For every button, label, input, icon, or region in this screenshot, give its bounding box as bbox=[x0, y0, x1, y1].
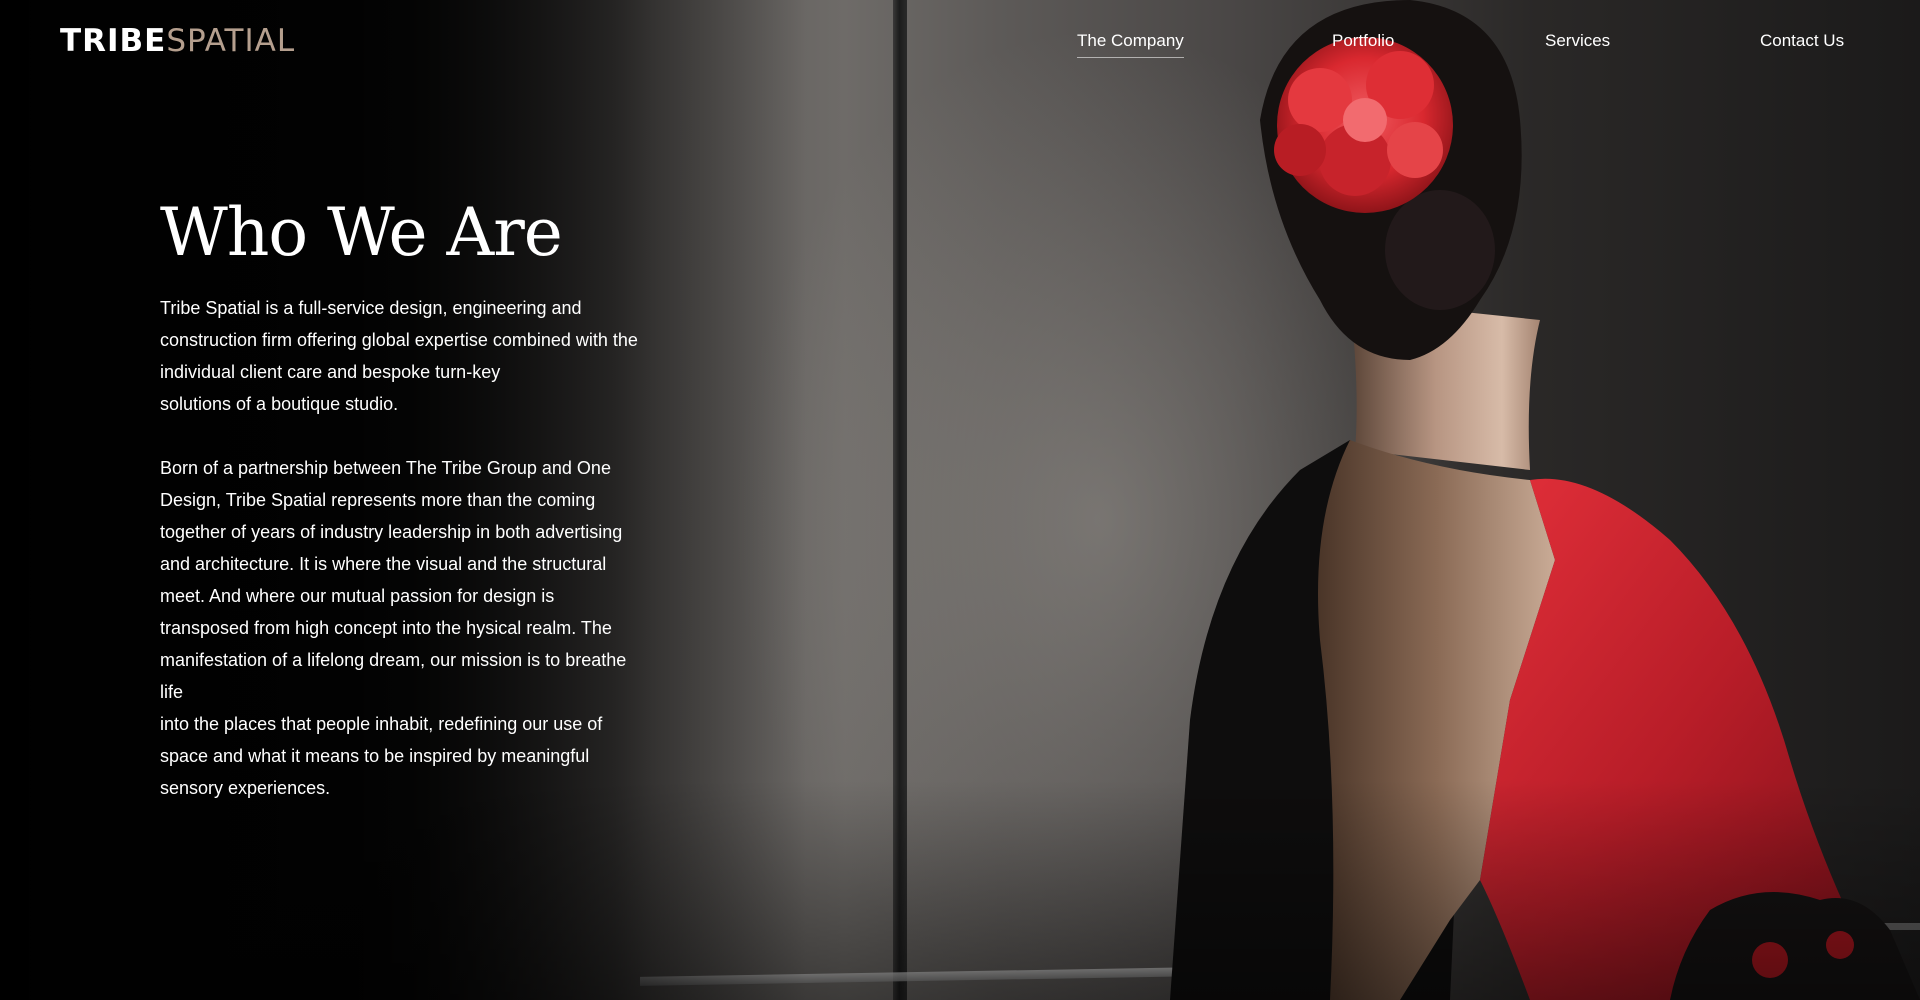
paragraph-line: into the places that people inhabit, red… bbox=[160, 714, 603, 734]
page-title: Who We Are bbox=[160, 194, 563, 271]
nav-item-portfolio[interactable]: Portfolio bbox=[1332, 30, 1394, 57]
paragraph-line: Design, Tribe Spatial represents more th… bbox=[160, 490, 596, 510]
paragraph-line: Born of a partnership between The Tribe … bbox=[160, 458, 611, 478]
paragraph-line: meet. And where our mutual passion for d… bbox=[160, 586, 555, 606]
paragraph-line: space and what it means to be inspired b… bbox=[160, 746, 590, 766]
paragraph-line: construction firm offering global expert… bbox=[160, 330, 638, 350]
main-navigation: The Company Portfolio Services Contact U… bbox=[0, 30, 1920, 60]
nav-item-the-company[interactable]: The Company bbox=[1077, 30, 1184, 58]
page: TRIBESPATIAL The Company Portfolio Servi… bbox=[0, 0, 1920, 1000]
paragraph-line: sensory experiences. bbox=[160, 778, 331, 798]
paragraph-line: Tribe Spatial is a full-service design, … bbox=[160, 298, 582, 318]
intro-paragraph-1: Tribe Spatial is a full-service design, … bbox=[160, 292, 680, 420]
paragraph-line: life bbox=[160, 682, 184, 702]
paragraph-line: individual client care and bespoke turn-… bbox=[160, 362, 501, 382]
nav-item-services[interactable]: Services bbox=[1545, 30, 1610, 57]
intro-copy: Tribe Spatial is a full-service design, … bbox=[160, 292, 680, 836]
paragraph-line: manifestation of a lifelong dream, our m… bbox=[160, 650, 627, 670]
paragraph-line: together of years of industry leadership… bbox=[160, 522, 623, 542]
paragraph-line: solutions of a boutique studio. bbox=[160, 394, 399, 414]
paragraph-line: and architecture. It is where the visual… bbox=[160, 554, 607, 574]
paragraph-line: transposed from high concept into the hy… bbox=[160, 618, 612, 638]
intro-paragraph-2: Born of a partnership between The Tribe … bbox=[160, 452, 680, 804]
nav-item-contact-us[interactable]: Contact Us bbox=[1760, 30, 1844, 57]
